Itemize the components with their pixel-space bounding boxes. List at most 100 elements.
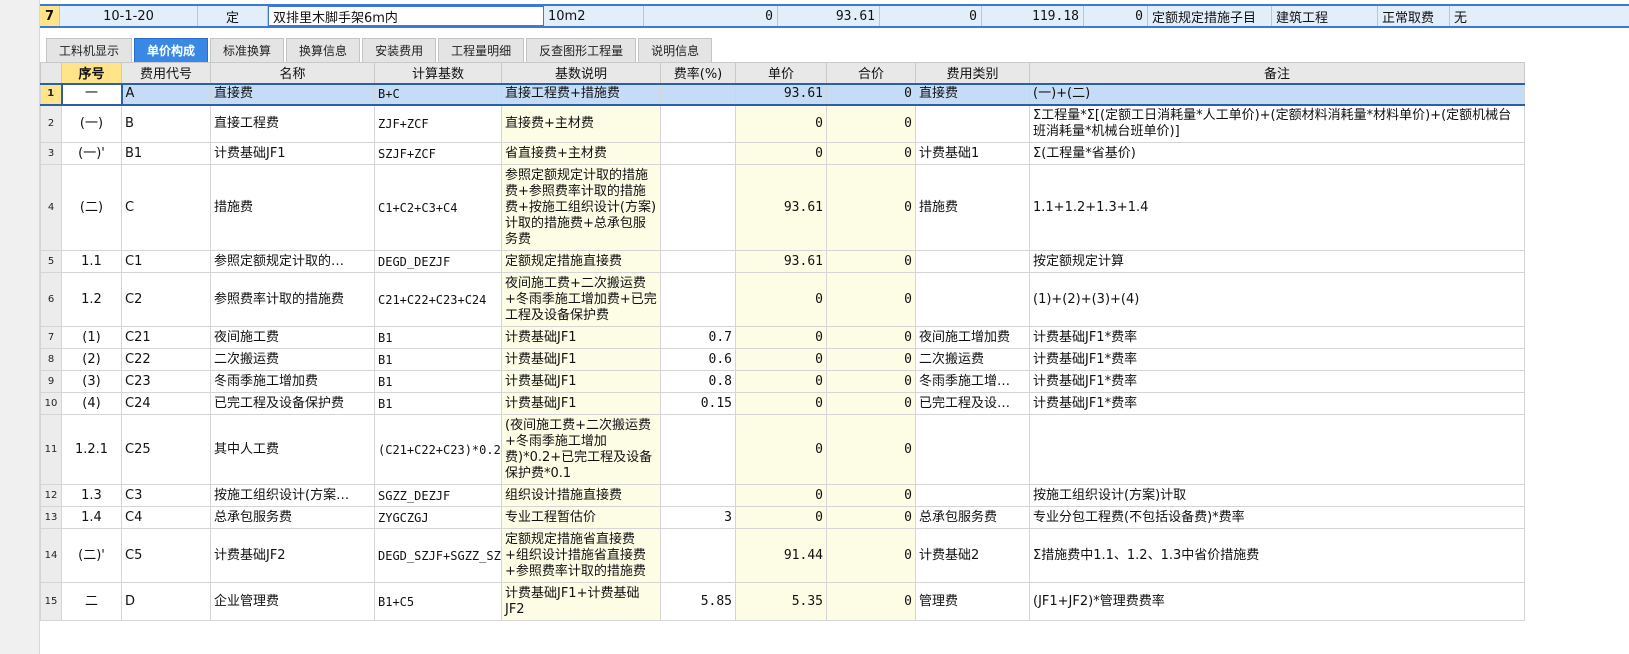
cell-category[interactable]: 直接费 bbox=[915, 82, 1030, 106]
cell-base[interactable]: SZJF+ZCF bbox=[374, 142, 502, 165]
tab-4[interactable]: 换算信息 bbox=[286, 38, 361, 62]
cell-code[interactable]: A bbox=[121, 82, 211, 106]
cell-rate[interactable] bbox=[660, 528, 736, 583]
header-total[interactable]: 合价 bbox=[826, 62, 916, 84]
cell-seq[interactable]: (3) bbox=[61, 370, 122, 393]
cell-category[interactable] bbox=[915, 104, 1030, 143]
cell-base[interactable]: ZJF+ZCF bbox=[374, 104, 502, 143]
cell-code[interactable]: C5 bbox=[121, 528, 211, 583]
cell-note[interactable]: 计费基础JF1*费率 bbox=[1029, 348, 1525, 371]
quota-specialty[interactable]: 建筑工程 bbox=[1272, 6, 1378, 26]
cell-rate[interactable] bbox=[660, 142, 736, 165]
cell-price[interactable]: 0 bbox=[735, 104, 827, 143]
selected-quota-row[interactable]: 7 10-1-20 定 双排里木脚手架6m内 10m2 0 93.61 0 11… bbox=[40, 4, 1629, 28]
cell-rate[interactable] bbox=[660, 104, 736, 143]
cell-name[interactable]: 企业管理费 bbox=[210, 582, 375, 621]
cell-seq[interactable]: (2) bbox=[61, 348, 122, 371]
quota-remark[interactable]: 无 bbox=[1450, 6, 1629, 26]
cell-seq[interactable]: 1.2.1 bbox=[61, 414, 122, 485]
header-desc[interactable]: 基数说明 bbox=[501, 62, 661, 84]
cell-code[interactable]: D bbox=[121, 582, 211, 621]
cell-name[interactable]: 其中人工费 bbox=[210, 414, 375, 485]
cell-category[interactable]: 措施费 bbox=[915, 164, 1030, 251]
cell-desc[interactable]: 直接费+主材费 bbox=[501, 104, 661, 143]
table-row[interactable]: 4 (二) C 措施费 C1+C2+C3+C4 参照定额规定计取的措施费+参照费率计取的措… bbox=[40, 164, 1525, 251]
cell-seq[interactable]: (一)' bbox=[61, 142, 122, 165]
quota-value-2[interactable]: 93.61 bbox=[778, 6, 880, 26]
quota-value-4[interactable]: 119.18 bbox=[982, 6, 1084, 26]
tab-5[interactable]: 安装费用 bbox=[362, 38, 437, 62]
cell-note[interactable]: 计费基础JF1*费率 bbox=[1029, 370, 1525, 393]
cell-price[interactable]: 93.61 bbox=[735, 164, 827, 251]
cell-code[interactable]: C4 bbox=[121, 506, 211, 529]
quota-fee-mode[interactable]: 正常取费 bbox=[1378, 6, 1450, 26]
cell-note[interactable]: 计费基础JF1*费率 bbox=[1029, 326, 1525, 349]
cell-note[interactable]: 计费基础JF1*费率 bbox=[1029, 392, 1525, 415]
cell-desc[interactable]: 计费基础JF1+计费基础JF2 bbox=[501, 582, 661, 621]
cell-seq[interactable]: 二 bbox=[61, 582, 122, 621]
table-row[interactable]: 15 二 D 企业管理费 B1+C5 计费基础JF1+计费基础JF2 5.85 5.35 0 管理… bbox=[40, 582, 1525, 621]
cell-total[interactable]: 0 bbox=[826, 104, 916, 143]
cell-category[interactable]: 总承包服务费 bbox=[915, 506, 1030, 529]
quota-name-cell[interactable]: 双排里木脚手架6m内 bbox=[268, 6, 544, 26]
cell-name[interactable]: 计费基础JF2 bbox=[210, 528, 375, 583]
cell-seq[interactable]: (4) bbox=[61, 392, 122, 415]
quota-unit[interactable]: 10m2 bbox=[544, 6, 644, 26]
cell-price[interactable]: 0 bbox=[735, 370, 827, 393]
cell-code[interactable]: C22 bbox=[121, 348, 211, 371]
cell-category[interactable] bbox=[915, 272, 1030, 327]
cell-price[interactable]: 0 bbox=[735, 484, 827, 507]
cell-base[interactable]: C21+C22+C23+C24 bbox=[374, 272, 502, 327]
header-base[interactable]: 计算基数 bbox=[374, 62, 502, 84]
cell-category[interactable]: 冬雨季施工增… bbox=[915, 370, 1030, 393]
cell-price[interactable]: 93.61 bbox=[735, 250, 827, 273]
table-row[interactable]: 9 (3) C23 冬雨季施工增加费 B1 计费基础JF1 0.8 0 0 冬雨季施工增… 计费基础… bbox=[40, 370, 1525, 393]
cell-seq[interactable]: 1.2 bbox=[61, 272, 122, 327]
cell-code[interactable]: C2 bbox=[121, 272, 211, 327]
cell-price[interactable]: 0 bbox=[735, 392, 827, 415]
cell-note[interactable]: 专业分包工程费(不包括设备费)*费率 bbox=[1029, 506, 1525, 529]
cell-total[interactable]: 0 bbox=[826, 348, 916, 371]
cell-total[interactable]: 0 bbox=[826, 582, 916, 621]
table-row[interactable]: 5 1.1 C1 参照定额规定计取的… DEGD_DEZJF 定额规定措施直接费 93.61… bbox=[40, 250, 1525, 273]
cell-rate[interactable] bbox=[660, 484, 736, 507]
header-price[interactable]: 单价 bbox=[735, 62, 827, 84]
cell-code[interactable]: C bbox=[121, 164, 211, 251]
quota-value-3[interactable]: 0 bbox=[880, 6, 982, 26]
cell-code[interactable]: B1 bbox=[121, 142, 211, 165]
cell-name[interactable]: 参照费率计取的措施费 bbox=[210, 272, 375, 327]
cell-rate[interactable] bbox=[660, 414, 736, 485]
cell-base[interactable]: DEGD_DEZJF bbox=[374, 250, 502, 273]
cell-name[interactable]: 参照定额规定计取的… bbox=[210, 250, 375, 273]
quota-type[interactable]: 定 bbox=[198, 6, 268, 26]
cell-note[interactable]: (JF1+JF2)*管理费费率 bbox=[1029, 582, 1525, 621]
cell-category[interactable]: 二次搬运费 bbox=[915, 348, 1030, 371]
table-row[interactable]: 6 1.2 C2 参照费率计取的措施费 C21+C22+C23+C24 夜间施工费+二次搬… bbox=[40, 272, 1525, 327]
table-row[interactable]: 2 (一) B 直接工程费 ZJF+ZCF 直接费+主材费 0 0 Σ工程量*Σ[(定额工日消耗… bbox=[40, 104, 1525, 143]
cell-category[interactable]: 夜间施工增加费 bbox=[915, 326, 1030, 349]
cell-category[interactable]: 计费基础1 bbox=[915, 142, 1030, 165]
cell-desc[interactable]: 参照定额规定计取的措施费+参照费率计取的措施费+按施工组织设计(方案)计取的措施… bbox=[501, 164, 661, 251]
cell-code[interactable]: C21 bbox=[121, 326, 211, 349]
cell-rate[interactable] bbox=[660, 164, 736, 251]
table-row[interactable]: 1 一 A 直接费 B+C 直接工程费+措施费 93.61 0 直接费 (一)+(二) bbox=[40, 82, 1525, 106]
cell-note[interactable]: Σ(工程量*省基价) bbox=[1029, 142, 1525, 165]
cell-name[interactable]: 计费基础JF1 bbox=[210, 142, 375, 165]
cell-total[interactable]: 0 bbox=[826, 272, 916, 327]
header-category[interactable]: 费用类别 bbox=[915, 62, 1030, 84]
cell-base[interactable]: B1 bbox=[374, 348, 502, 371]
cell-price[interactable]: 93.61 bbox=[735, 82, 827, 106]
cell-rate[interactable]: 0.15 bbox=[660, 392, 736, 415]
cell-note[interactable]: 按定额规定计算 bbox=[1029, 250, 1525, 273]
cell-name[interactable]: 夜间施工费 bbox=[210, 326, 375, 349]
cell-code[interactable]: C1 bbox=[121, 250, 211, 273]
cell-total[interactable]: 0 bbox=[826, 528, 916, 583]
header-note[interactable]: 备注 bbox=[1029, 62, 1525, 84]
tab-6[interactable]: 工程量明细 bbox=[438, 38, 525, 62]
cell-price[interactable]: 0 bbox=[735, 414, 827, 485]
cell-category[interactable] bbox=[915, 414, 1030, 485]
cell-price[interactable]: 91.44 bbox=[735, 528, 827, 583]
tab-2[interactable]: 单价构成 bbox=[134, 38, 209, 62]
table-row[interactable]: 3 (一)' B1 计费基础JF1 SZJF+ZCF 省直接费+主材费 0 0 计费基础1 Σ(工… bbox=[40, 142, 1525, 165]
cell-desc[interactable]: (夜间施工费+二次搬运费+冬雨季施工增加费)*0.2+已完工程及设备保护费*0.… bbox=[501, 414, 661, 485]
